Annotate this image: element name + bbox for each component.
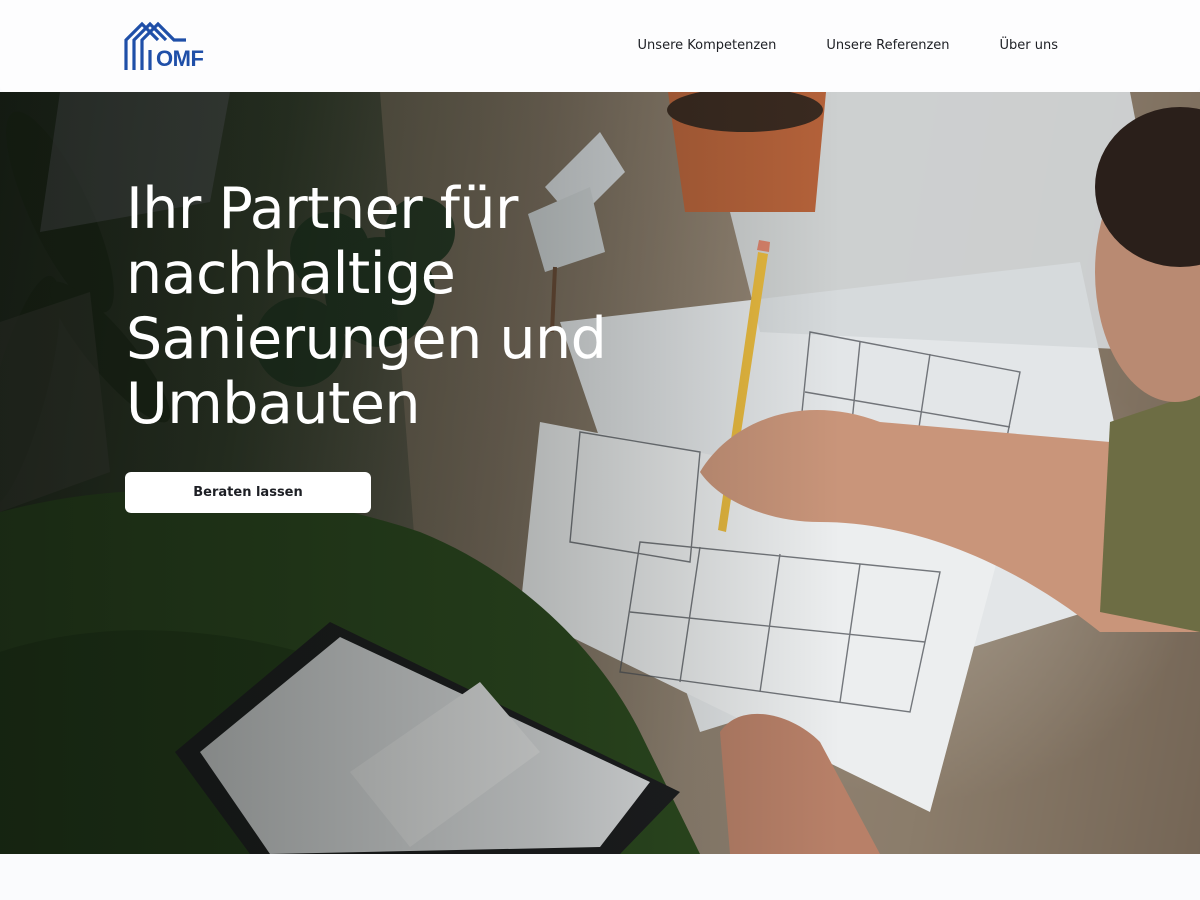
brand-logo[interactable]: OMF	[122, 20, 218, 72]
hero-title: Ihr Partner für nachhaltige Sanierungen …	[126, 176, 607, 437]
nav-link-ueber-uns[interactable]: Über uns	[1000, 38, 1059, 53]
brand-name: OMF	[156, 46, 204, 71]
beraten-lassen-button[interactable]: Beraten lassen	[125, 472, 371, 513]
main-nav: Unsere Kompetenzen Unsere Referenzen Übe…	[638, 38, 1058, 53]
nav-link-referenzen[interactable]: Unsere Referenzen	[826, 38, 949, 53]
nav-link-kompetenzen[interactable]: Unsere Kompetenzen	[638, 38, 777, 53]
site-header: OMF Unsere Kompetenzen Unsere Referenzen…	[0, 0, 1200, 92]
hero-section: Ihr Partner für nachhaltige Sanierungen …	[0, 92, 1200, 854]
